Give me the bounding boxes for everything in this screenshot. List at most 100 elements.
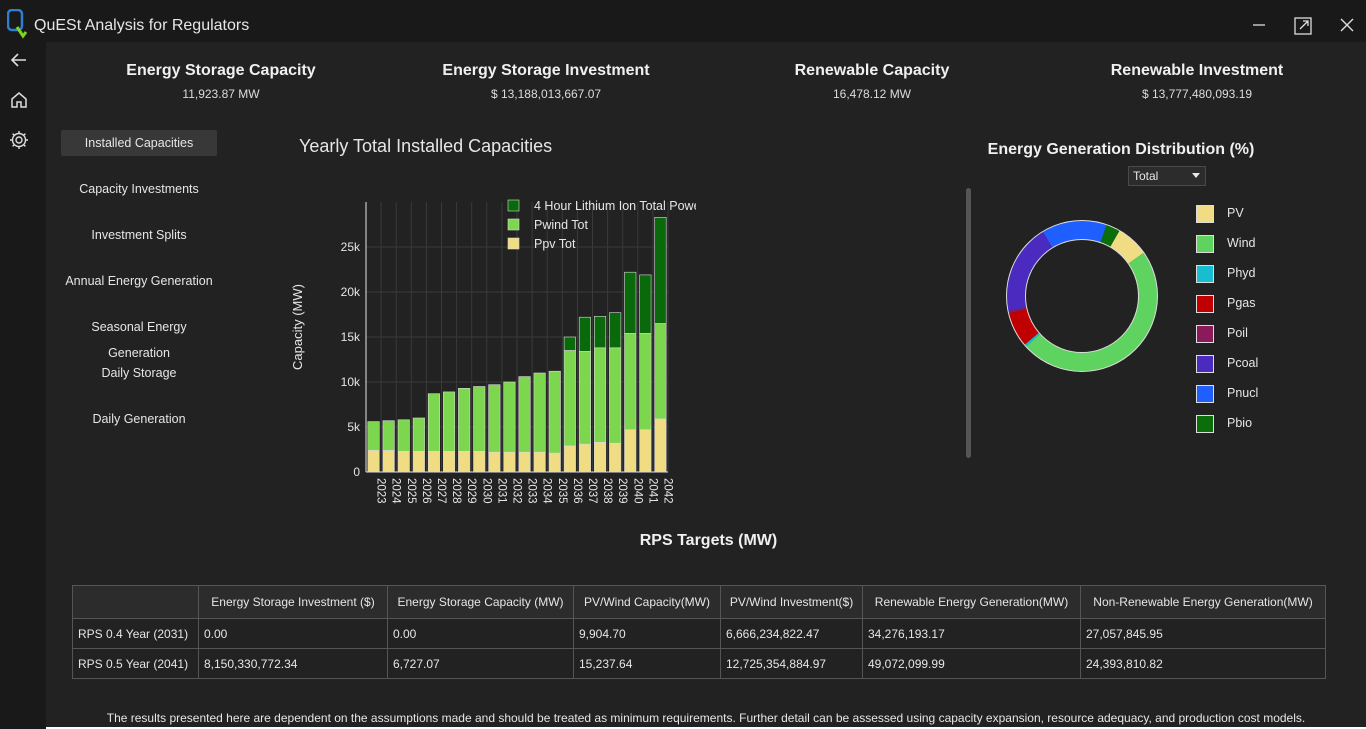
distribution-dropdown[interactable]: Total bbox=[1128, 166, 1206, 186]
x-tick-label: 2028 bbox=[450, 478, 462, 504]
column-header: Non-Renewable Energy Generation(MW) bbox=[1080, 585, 1326, 619]
donut-slice bbox=[1042, 220, 1107, 248]
home-icon[interactable] bbox=[8, 89, 30, 111]
table-cell: 34,276,193.17 bbox=[862, 618, 1081, 649]
bar-segment bbox=[488, 451, 501, 473]
y-tick-label: 0 bbox=[353, 465, 360, 479]
bar-segment bbox=[427, 450, 440, 473]
bar-segment bbox=[563, 350, 576, 447]
chart-title: Yearly Total Installed Capacities bbox=[299, 136, 553, 156]
nav-seasonal-energy-generation[interactable]: Seasonal Energy Generation bbox=[61, 314, 217, 360]
column-header: PV/Wind Investment($) bbox=[720, 585, 863, 619]
y-axis-label: Capacity (MW) bbox=[290, 284, 305, 370]
quest-logo-icon bbox=[7, 9, 28, 39]
legend-swatch bbox=[1196, 385, 1214, 403]
bar-segment bbox=[382, 450, 395, 473]
x-tick-label: 2030 bbox=[480, 478, 492, 504]
donut-slice bbox=[1109, 230, 1144, 264]
dropdown-value: Total bbox=[1133, 169, 1159, 183]
donut-inner-ring bbox=[1025, 239, 1139, 353]
minimize-icon[interactable] bbox=[1245, 12, 1273, 40]
donut-slice bbox=[1024, 332, 1041, 347]
bar-segment bbox=[609, 312, 622, 349]
nav-investment-splits[interactable]: Investment Splits bbox=[61, 222, 217, 248]
x-tick-label: 2031 bbox=[495, 478, 507, 504]
disclaimer-text: The results presented here are dependent… bbox=[106, 711, 1306, 725]
legend-label: Wind bbox=[1227, 236, 1256, 250]
vertical-scrollbar[interactable] bbox=[966, 188, 971, 458]
close-icon[interactable] bbox=[1333, 12, 1361, 40]
bar-segment bbox=[427, 393, 440, 452]
bar-segment bbox=[578, 316, 591, 352]
y-tick-label: 20k bbox=[341, 285, 361, 299]
donut-slice bbox=[1100, 224, 1120, 248]
kpi-value: $ 13,188,013,667.07 bbox=[490, 87, 602, 101]
title-bar: QuESt Analysis for Regulators bbox=[0, 0, 1366, 42]
x-tick-label: 2034 bbox=[541, 478, 553, 504]
x-tick-label: 2025 bbox=[405, 478, 417, 504]
generation-donut-chart bbox=[1006, 220, 1158, 372]
x-tick-label: 2036 bbox=[571, 478, 583, 504]
table-cell: 27,057,845.95 bbox=[1080, 618, 1326, 649]
gear-icon[interactable] bbox=[8, 129, 30, 151]
nav-capacity-investments[interactable]: Capacity Investments bbox=[61, 176, 217, 202]
bar-segment bbox=[397, 419, 410, 452]
maximize-icon[interactable] bbox=[1289, 12, 1317, 40]
column-header: PV/Wind Capacity(MW) bbox=[573, 585, 721, 619]
bar-segment bbox=[654, 323, 667, 420]
x-tick-label: 2024 bbox=[390, 478, 402, 504]
x-tick-label: 2026 bbox=[420, 478, 432, 504]
bar-segment bbox=[563, 445, 576, 473]
legend-label: Phyd bbox=[1227, 266, 1256, 280]
x-tick-label: 2033 bbox=[526, 478, 538, 504]
legend-label: Pnucl bbox=[1227, 386, 1259, 400]
bar-segment bbox=[624, 429, 637, 473]
x-tick-label: 2037 bbox=[586, 478, 598, 504]
nav-daily-generation[interactable]: Daily Generation bbox=[61, 406, 217, 432]
legend-swatch bbox=[1196, 205, 1214, 223]
table-cell: RPS 0.4 Year (2031) bbox=[72, 618, 199, 649]
bar-segment bbox=[443, 450, 456, 473]
y-tick-label: 5k bbox=[347, 420, 361, 434]
legend-swatch bbox=[1196, 415, 1214, 433]
bar-segment bbox=[473, 450, 486, 473]
table-cell: 0.00 bbox=[387, 618, 574, 649]
x-tick-label: 2039 bbox=[616, 478, 628, 504]
bar-segment bbox=[548, 370, 561, 454]
bar-segment bbox=[654, 216, 667, 324]
bar-segment bbox=[367, 450, 380, 473]
legend-label: Pwind Tot bbox=[534, 218, 588, 232]
table-cell: RPS 0.5 Year (2041) bbox=[72, 648, 199, 679]
legend-swatch bbox=[507, 218, 520, 231]
legend-swatch bbox=[1196, 235, 1214, 253]
y-tick-label: 15k bbox=[341, 330, 361, 344]
nav-installed-capacities[interactable]: Installed Capacities bbox=[61, 130, 217, 156]
back-arrow-icon[interactable] bbox=[8, 49, 30, 71]
table-cell: 9,904.70 bbox=[573, 618, 721, 649]
nav-annual-energy-generation[interactable]: Annual Energy Generation bbox=[61, 268, 217, 294]
x-tick-label: 2035 bbox=[556, 478, 568, 504]
bar-segment bbox=[594, 316, 607, 349]
donut-slice bbox=[1006, 231, 1053, 312]
bar-segment bbox=[609, 442, 622, 473]
nav-daily-storage[interactable]: Daily Storage bbox=[61, 360, 217, 386]
bar-segment bbox=[518, 451, 531, 473]
bar-segment bbox=[397, 450, 410, 473]
bar-segment bbox=[624, 271, 637, 334]
rps-title: RPS Targets (MW) bbox=[639, 532, 778, 549]
kpi-renewable-capacity: Renewable Capacity 16,478.12 MW bbox=[712, 62, 1032, 101]
bar-segment bbox=[639, 274, 652, 334]
kpi-title: Renewable Capacity bbox=[794, 62, 950, 79]
bar-segment bbox=[563, 336, 576, 351]
legend-swatch bbox=[1196, 325, 1214, 343]
bar-segment bbox=[412, 417, 425, 452]
y-tick-label: 10k bbox=[341, 375, 361, 389]
table-cell: 49,072,099.99 bbox=[862, 648, 1081, 679]
chevron-down-icon bbox=[1192, 173, 1200, 178]
bar-segment bbox=[458, 450, 471, 473]
x-tick-label: 2042 bbox=[661, 478, 673, 504]
legend-swatch bbox=[1196, 265, 1214, 283]
table-row: RPS 0.4 Year (2031) 0.00 0.00 9,904.70 6… bbox=[72, 618, 1326, 649]
bar-segment bbox=[578, 443, 591, 473]
column-header: Renewable Energy Generation(MW) bbox=[862, 585, 1081, 619]
